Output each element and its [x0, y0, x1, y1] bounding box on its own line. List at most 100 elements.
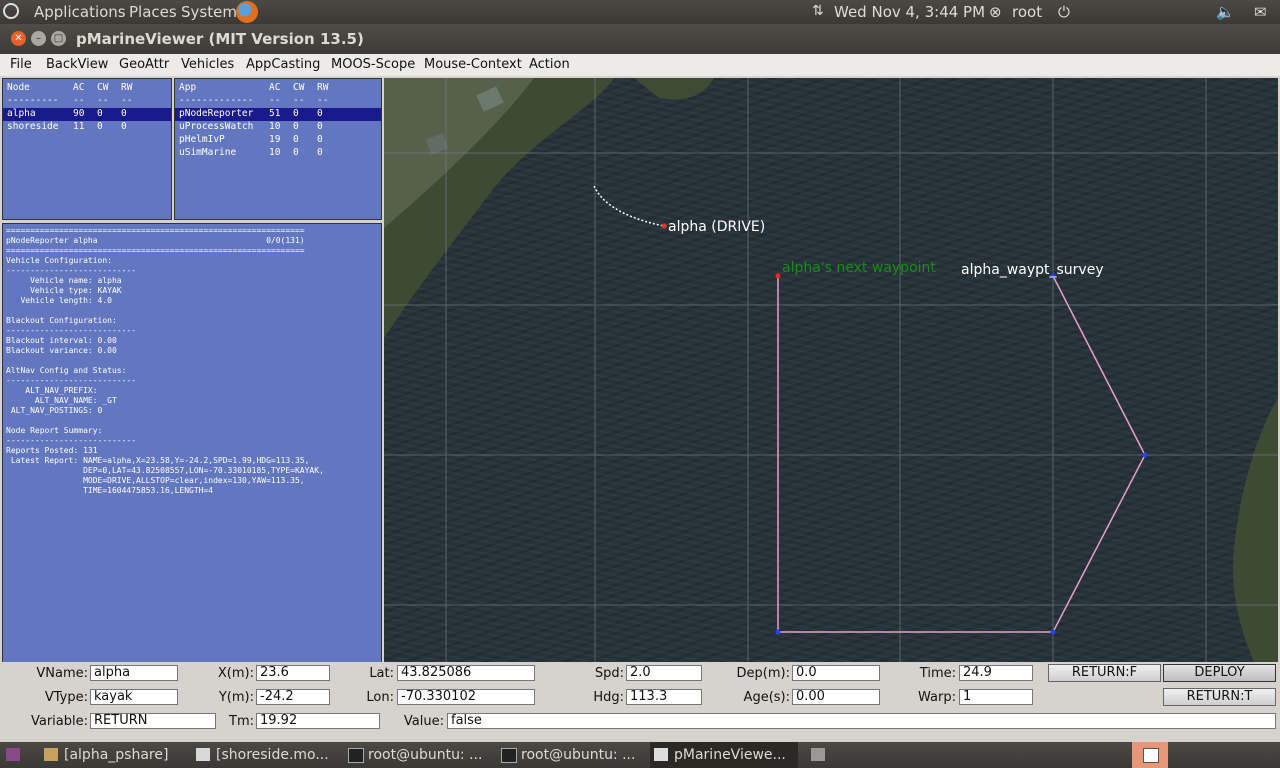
task-label: root@ubuntu: ...	[368, 747, 483, 763]
waypoint-marker[interactable]	[1142, 452, 1148, 458]
show-desktop-button[interactable]	[0, 742, 30, 768]
network-icon[interactable]: ⇅	[812, 3, 824, 19]
user-icon: ⊗	[989, 3, 1002, 21]
value-field[interactable]: false	[447, 713, 1276, 729]
mail-icon[interactable]: ✉	[1254, 3, 1267, 21]
x-field[interactable]: 23.6	[256, 665, 330, 681]
close-icon[interactable]: ✕	[11, 31, 26, 46]
x-label: X(m):	[217, 666, 254, 681]
age-field[interactable]: 0.00	[792, 689, 880, 705]
vname-field[interactable]: alpha	[90, 665, 178, 681]
table-row[interactable]: shoreside 11 0 0	[3, 121, 171, 134]
menu-file[interactable]: File	[10, 57, 32, 72]
app-table[interactable]: App AC CW RW ------------- -- -- -- pNod…	[174, 78, 382, 220]
waypoint-marker[interactable]	[775, 629, 781, 635]
menu-backview[interactable]: BackView	[46, 57, 108, 72]
waypoint-marker[interactable]	[1050, 629, 1056, 635]
table-row[interactable]: pNodeReporter 51 0 0	[175, 108, 381, 121]
node-table-divider: --------- -- -- --	[3, 95, 171, 108]
warp-label: Warp:	[918, 690, 956, 705]
task-label: root@ubuntu: ...	[521, 747, 636, 763]
volume-icon[interactable]: 🔈	[1216, 3, 1235, 21]
table-row[interactable]: pHelmIvP 19 0 0	[175, 134, 381, 147]
variable-field[interactable]: RETURN	[90, 713, 216, 729]
task-pmarineviewer[interactable]: pMarineViewe...	[650, 742, 798, 768]
y-field[interactable]: -24.2	[256, 689, 330, 705]
header-cw: CW	[97, 82, 109, 93]
next-waypoint-marker[interactable]	[775, 273, 781, 279]
menu-geoattr[interactable]: GeoAttr	[119, 57, 169, 72]
divider: --	[73, 95, 85, 106]
return-t-button[interactable]: RETURN:T	[1163, 688, 1276, 706]
workspace-switcher[interactable]	[1132, 742, 1168, 768]
system-menu[interactable]: System	[181, 3, 237, 21]
return-f-button[interactable]: RETURN:F	[1048, 664, 1161, 682]
window-titlebar[interactable]: ✕ – □ pMarineViewer (MIT Version 13.5)	[0, 24, 1280, 54]
trees-north	[634, 78, 714, 100]
cell: shoreside	[7, 121, 59, 132]
table-row[interactable]: uProcessWatch 10 0 0	[175, 121, 381, 134]
places-menu[interactable]: Places	[129, 3, 177, 21]
cell: 10	[269, 121, 281, 132]
ubuntu-logo-icon[interactable]	[3, 3, 19, 19]
maximize-icon[interactable]: □	[51, 31, 66, 46]
vtype-field[interactable]: kayak	[90, 689, 178, 705]
vehicle-trail	[593, 185, 665, 227]
cell: 11	[73, 121, 85, 132]
dep-field[interactable]: 0.0	[792, 665, 880, 681]
cell: 51	[269, 108, 281, 119]
task-shoreside[interactable]: [shoreside.mo...	[192, 742, 340, 768]
window-title: pMarineViewer (MIT Version 13.5)	[76, 30, 364, 48]
lon-field[interactable]: -70.330102	[397, 689, 535, 705]
task-terminal-1[interactable]: root@ubuntu: ...	[344, 742, 492, 768]
cell: 0	[293, 121, 299, 132]
cell: pNodeReporter	[179, 108, 254, 119]
power-icon[interactable]: ⏻	[1058, 3, 1070, 21]
survey-label: alpha_waypt_survey	[961, 262, 1104, 278]
cell: 0	[97, 108, 103, 119]
spd-label: Spd:	[594, 666, 624, 681]
time-label: Time:	[919, 666, 956, 681]
spd-field[interactable]: 2.0	[626, 665, 702, 681]
hdg-field[interactable]: 113.3	[626, 689, 702, 705]
warp-field[interactable]: 1	[959, 689, 1033, 705]
time-field[interactable]: 24.9	[959, 665, 1033, 681]
trash-button[interactable]	[803, 742, 833, 768]
vehicle-label: alpha (DRIVE)	[668, 219, 766, 235]
task-label: [alpha_pshare]	[64, 747, 169, 763]
vehicle-alpha[interactable]	[661, 223, 667, 229]
shoreline-east	[1233, 398, 1278, 662]
minimize-icon[interactable]: –	[31, 31, 46, 46]
tm-field[interactable]: 19.92	[256, 713, 380, 729]
menu-action[interactable]: Action	[529, 57, 570, 72]
user-name[interactable]: root	[1012, 3, 1042, 21]
cell: 0	[293, 134, 299, 145]
table-row[interactable]: uSimMarine 10 0 0	[175, 147, 381, 160]
clock[interactable]: Wed Nov 4, 3:44 PM	[834, 3, 985, 21]
task-alpha-pshare[interactable]: [alpha_pshare]	[40, 742, 188, 768]
menu-vehicles[interactable]: Vehicles	[181, 57, 234, 72]
node-table[interactable]: Node AC CW RW --------- -- -- -- alpha 9…	[2, 78, 172, 220]
cell: 0	[121, 108, 127, 119]
header-app: App	[179, 82, 197, 93]
deploy-button[interactable]: DEPLOY	[1163, 664, 1276, 682]
cell: 0	[317, 134, 323, 145]
cell: uSimMarine	[179, 147, 237, 158]
cell: pHelmIvP	[179, 134, 225, 145]
menu-mouse-context[interactable]: Mouse-Context	[424, 57, 522, 72]
map-view[interactable]: alpha (DRIVE) alpha's next waypoint alph…	[384, 78, 1278, 662]
header-rw: RW	[121, 82, 133, 93]
header-rw: RW	[317, 82, 329, 93]
window-icon	[654, 748, 668, 761]
applications-menu[interactable]: Applications	[34, 3, 126, 21]
cell: 10	[269, 147, 281, 158]
menu-moos-scope[interactable]: MOOS-Scope	[331, 57, 415, 72]
menu-appcasting[interactable]: AppCasting	[246, 57, 320, 72]
cell: 0	[97, 121, 103, 132]
table-row[interactable]: alpha 90 0 0	[3, 108, 171, 121]
vtype-label: VType:	[44, 690, 88, 705]
firefox-icon[interactable]	[236, 1, 258, 23]
task-terminal-2[interactable]: root@ubuntu: ...	[497, 742, 645, 768]
cell: 0	[317, 108, 323, 119]
lat-field[interactable]: 43.825086	[397, 665, 535, 681]
